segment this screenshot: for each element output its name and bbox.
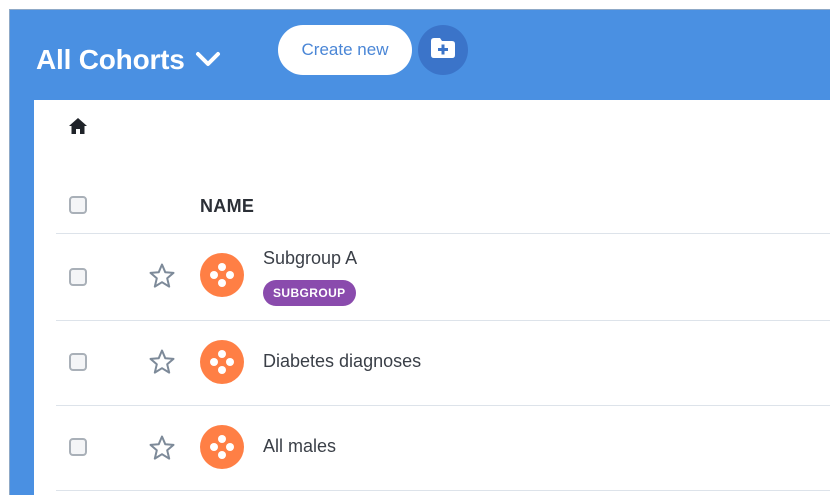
app-window: All Cohorts Create new NAME Subgroup A S… (0, 0, 830, 495)
star-icon[interactable] (148, 348, 176, 376)
row-checkbox[interactable] (69, 353, 87, 371)
new-folder-button[interactable] (418, 25, 468, 75)
header-bar: All Cohorts Create new (10, 10, 830, 100)
subgroup-badge: SUBGROUP (263, 280, 356, 306)
star-icon[interactable] (148, 262, 176, 290)
select-all-checkbox[interactable] (69, 196, 87, 214)
row-checkbox[interactable] (69, 438, 87, 456)
home-icon[interactable] (68, 118, 88, 140)
cohort-name[interactable]: Diabetes diagnoses (263, 351, 421, 372)
breadcrumb (68, 116, 88, 136)
column-header-name: NAME (200, 196, 255, 216)
cohort-icon (200, 425, 244, 469)
cohort-icon (200, 340, 244, 384)
row-checkbox[interactable] (69, 268, 87, 286)
chevron-down-icon (195, 49, 221, 74)
cohort-list-panel: NAME Subgroup A SUBGROUP Diabetes diagno… (34, 100, 830, 495)
folder-plus-icon (430, 37, 456, 64)
cohort-selector[interactable]: All Cohorts (36, 38, 221, 82)
cohort-icon (200, 253, 244, 297)
divider (56, 233, 830, 234)
star-icon[interactable] (148, 434, 176, 462)
create-new-button[interactable]: Create new (278, 25, 412, 75)
page-title: All Cohorts (36, 44, 185, 75)
cohort-name[interactable]: Subgroup A (263, 248, 357, 269)
divider (56, 490, 830, 491)
divider (56, 320, 830, 321)
cohort-name[interactable]: All males (263, 436, 336, 457)
divider (56, 405, 830, 406)
